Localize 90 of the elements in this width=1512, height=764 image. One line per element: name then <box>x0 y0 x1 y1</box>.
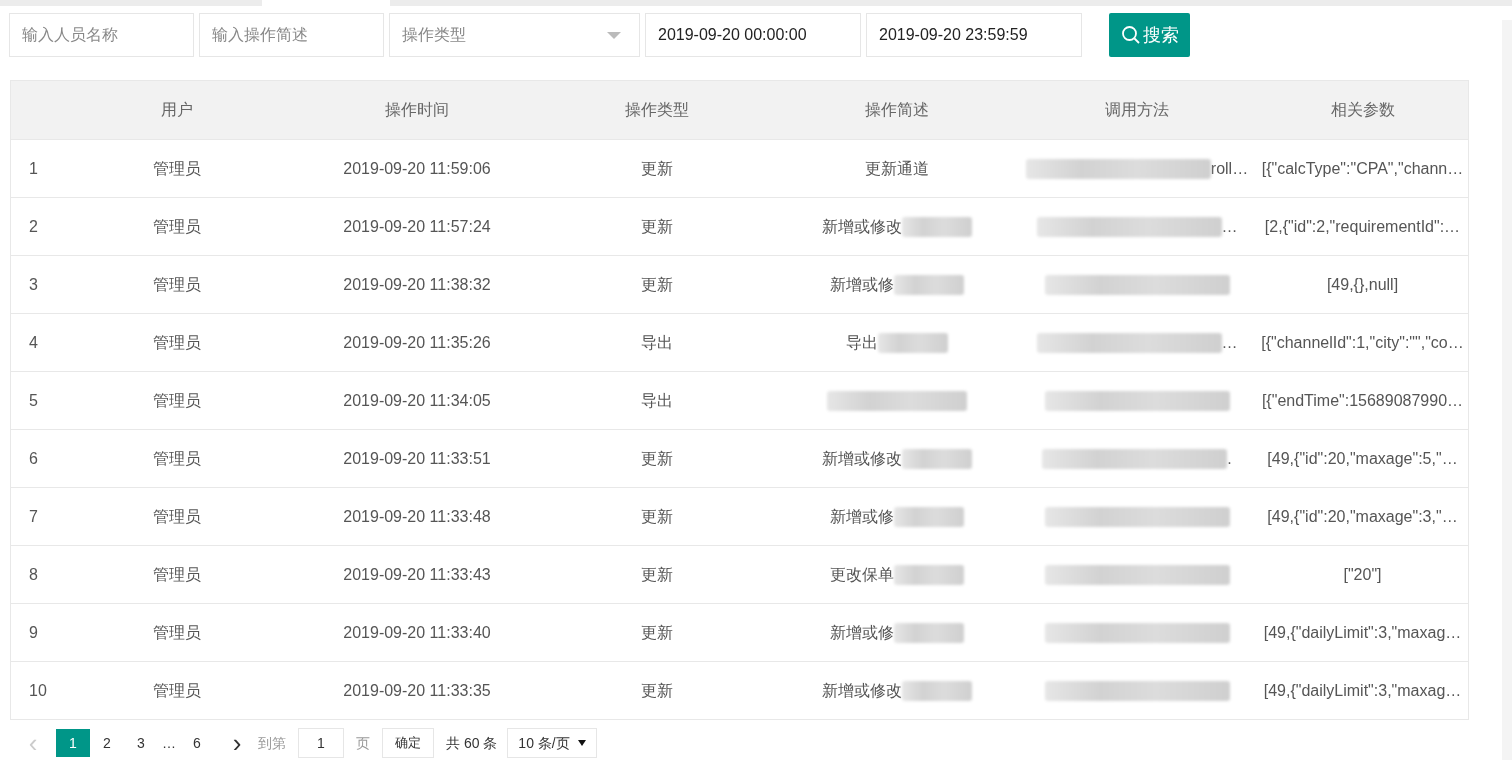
table-cell-text: roll… <box>1210 158 1249 179</box>
start-time-field[interactable]: 2019-09-20 00:00:00 <box>645 13 861 57</box>
table-cell-text: … <box>1221 332 1238 353</box>
table-cell-text: 2019-09-20 11:33:43 <box>343 564 491 585</box>
description-field[interactable]: 输入操作简述 <box>199 13 384 57</box>
table-cell-text: 2019-09-20 11:33:40 <box>343 622 491 643</box>
column-header: 操作类型 <box>625 100 689 120</box>
column-header: 操作简述 <box>865 100 929 120</box>
column-header: 用户 <box>161 100 193 120</box>
table-cell-text: 2019-09-20 11:33:35 <box>343 680 491 701</box>
table-cell-text: [2,{"id":2,"requirementId":… <box>1264 216 1461 237</box>
ellipsis-text: … <box>161 733 177 753</box>
table-cell-text: [49,{"dailyLimit":3,"maxag… <box>1263 680 1462 701</box>
page-unit-label: 页 <box>356 733 370 753</box>
page-field[interactable]: 1 <box>298 728 344 758</box>
end-time-field[interactable]: 2019-09-20 23:59:59 <box>866 13 1082 57</box>
search-icon <box>1120 25 1141 45</box>
caret-icon <box>607 31 621 39</box>
table-cell: 6 <box>29 449 38 467</box>
table-cell-text: 管理员 <box>153 506 201 527</box>
name-field[interactable]: 输入人员名称 <box>9 13 194 57</box>
page-button[interactable]: 2 <box>90 729 124 757</box>
table-cell: 5 <box>29 391 38 409</box>
table-cell-text: 新增或修 <box>830 506 894 527</box>
table-cell-text: [49,{"dailyLimit":3,"maxag… <box>1263 622 1462 643</box>
column-header: 操作时间 <box>385 100 449 120</box>
goto-label: 到第 <box>258 733 286 753</box>
type-select[interactable]: 操作类型 <box>389 13 640 57</box>
total-count: 共 60 条 <box>446 733 498 753</box>
table-cell-text: 更新通道 <box>865 158 929 179</box>
page-button[interactable]: 6 <box>180 729 214 757</box>
table-cell-text: [{"endTime":15689087990… <box>1261 390 1464 411</box>
table-cell: 2 <box>29 217 38 235</box>
table-cell-text: ["20"] <box>1343 564 1382 585</box>
table-cell-text: … <box>1221 216 1238 237</box>
table-cell-text: 新增或修改 <box>822 680 902 701</box>
table-cell-text: 2019-09-20 11:57:24 <box>343 216 491 237</box>
table-cell-text: 更新 <box>641 158 673 179</box>
table-cell-text: [49,{"id":20,"maxage":3,"… <box>1267 506 1458 527</box>
table-cell-text: 2019-09-20 11:33:51 <box>343 448 491 469</box>
table-cell-text: 更新 <box>641 506 673 527</box>
table-cell-text: 更新 <box>641 274 673 295</box>
table-cell-text: 导出 <box>846 332 878 353</box>
table-cell-text: [49,{"id":20,"maxage":5,"… <box>1267 448 1458 469</box>
table-cell-text: 更新 <box>641 622 673 643</box>
table-cell: 4 <box>29 333 38 351</box>
table-cell-text: 更新 <box>641 680 673 701</box>
table-cell: 7 <box>29 507 38 525</box>
table-cell-text: 管理员 <box>153 274 201 295</box>
table-cell-text: 2019-09-20 11:59:06 <box>343 158 491 179</box>
table-cell-text: [{"calcType":"CPA","chann… <box>1261 158 1464 179</box>
search-button[interactable]: 搜索 <box>1109 13 1190 57</box>
page-button[interactable]: 3 <box>124 729 158 757</box>
table-cell-text: 管理员 <box>153 680 201 701</box>
table-cell: 8 <box>29 565 38 583</box>
table-cell-text: 管理员 <box>153 216 201 237</box>
table-cell-text: 新增或修 <box>830 622 894 643</box>
table-cell-text: 导出 <box>641 390 673 411</box>
table-cell-text: 更改保单 <box>830 564 894 585</box>
table-cell-text: 2019-09-20 11:35:26 <box>343 332 491 353</box>
table-cell: 9 <box>29 623 38 641</box>
table-cell-text: 新增或修 <box>830 274 894 295</box>
next-button[interactable]: › <box>224 730 250 756</box>
table-cell-text: 2019-09-20 11:33:48 <box>343 506 491 527</box>
table-cell-text: 管理员 <box>153 448 201 469</box>
caret-icon <box>577 740 586 746</box>
table-cell-text: 管理员 <box>153 332 201 353</box>
table-cell-text: [{"channelId":1,"city":"","co… <box>1261 332 1464 353</box>
column-header: 调用方法 <box>1105 100 1169 120</box>
table-cell: 10 <box>29 681 47 699</box>
table-cell-text: 2019-09-20 11:38:32 <box>343 274 491 295</box>
page-size-select[interactable]: 10 条/页 <box>507 728 597 758</box>
column-header: 相关参数 <box>1330 100 1395 120</box>
table-cell-text: 管理员 <box>153 564 201 585</box>
table-cell-text: 2019-09-20 11:34:05 <box>343 390 491 411</box>
confirm-button[interactable]: 确定 <box>382 728 434 758</box>
table-cell-text: 新增或修改 <box>822 216 902 237</box>
table-cell-text: 管理员 <box>153 158 201 179</box>
table-cell-text: 管理员 <box>153 622 201 643</box>
page-button[interactable]: 1 <box>56 729 90 757</box>
table-cell-text: 新增或修改 <box>822 448 902 469</box>
table-cell: 3 <box>29 275 38 293</box>
table-cell-text: . <box>1227 448 1232 469</box>
table-cell-text: 更新 <box>641 564 673 585</box>
table-cell: 1 <box>29 159 38 177</box>
table-cell-text: 更新 <box>641 448 673 469</box>
table-cell-text: 导出 <box>641 332 673 353</box>
table-cell-text: 更新 <box>641 216 673 237</box>
table-cell-text: 管理员 <box>153 390 201 411</box>
table-cell-text: [49,{},null] <box>1326 274 1399 295</box>
